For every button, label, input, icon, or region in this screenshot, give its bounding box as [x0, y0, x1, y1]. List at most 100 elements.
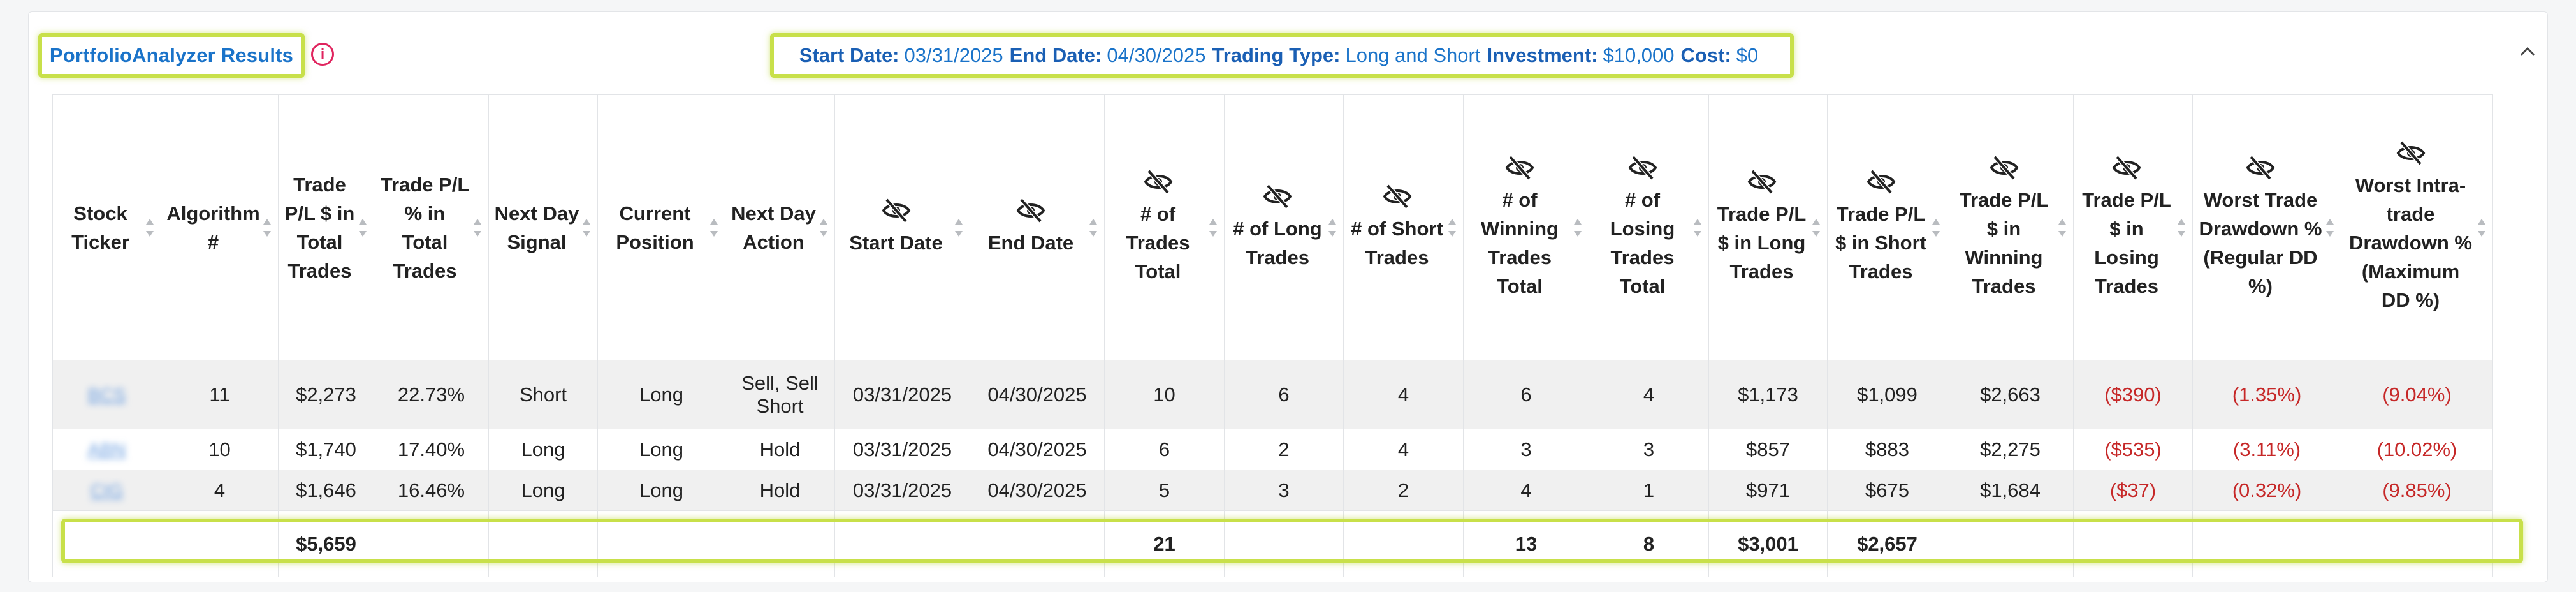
sort-icon[interactable] — [582, 216, 591, 239]
column-header-next-day-signal[interactable]: Next Day Signal — [488, 94, 598, 360]
eye-off-icon[interactable] — [1144, 169, 1173, 195]
chevron-up-icon[interactable] — [2519, 43, 2536, 60]
eye-off-icon[interactable] — [1016, 198, 1045, 223]
sort-icon[interactable] — [1209, 216, 1218, 239]
sort-icon[interactable] — [1573, 216, 1582, 239]
cell-trade-p-l-in-total-trades: $1,740 — [278, 429, 374, 470]
eye-off-icon[interactable] — [1628, 155, 1657, 181]
column-header-label: # of Winning Trades Total — [1481, 188, 1559, 297]
sort-icon[interactable] — [1812, 216, 1821, 239]
column-header-next-day-action[interactable]: Next Day Action — [725, 94, 835, 360]
sort-icon[interactable] — [358, 216, 367, 239]
sort-icon[interactable] — [954, 216, 963, 239]
sort-icon[interactable] — [709, 216, 718, 239]
cell-next-day-signal: Long — [488, 429, 598, 470]
column-header-trade-p-l-in-short-trades[interactable]: Trade P/L $ in Short Trades — [1827, 94, 1947, 360]
column-header-label: Trade P/L $ in Losing Trades — [2082, 188, 2171, 297]
cost-value: $0 — [1736, 44, 1759, 66]
column-header-stock-ticker[interactable]: Stock Ticker — [52, 94, 161, 360]
cell-trade-p-l-in-total-trades: $2,273 — [278, 360, 374, 429]
column-header-of-winning-trades-total[interactable]: # of Winning Trades Total — [1463, 94, 1589, 360]
column-header-label: Start Date — [849, 232, 943, 254]
column-header-trade-p-l-in-total-trades[interactable]: Trade P/L $ in Total Trades — [278, 94, 374, 360]
column-header-of-trades-total[interactable]: # of Trades Total — [1104, 94, 1225, 360]
eye-off-icon[interactable] — [1263, 184, 1292, 209]
cell-start-date: 03/31/2025 — [834, 470, 970, 511]
cell-trade-p-l-in-winning-trades: $2,663 — [1947, 360, 2074, 429]
eye-off-icon[interactable] — [2396, 140, 2426, 166]
column-header-algorithm[interactable]: Algorithm # — [161, 94, 279, 360]
column-header-trade-p-l-in-winning-trades[interactable]: Trade P/L $ in Winning Trades — [1947, 94, 2074, 360]
column-header-of-losing-trades-total[interactable]: # of Losing Trades Total — [1589, 94, 1709, 360]
ticker-link[interactable]: ABN — [88, 440, 126, 461]
column-header-label: # of Long Trades — [1233, 217, 1322, 269]
cell-start-date: 03/31/2025 — [834, 360, 970, 429]
cell-trade-p-l-in-total-trades: 17.40% — [374, 429, 489, 470]
sort-icon[interactable] — [1089, 216, 1098, 239]
sort-icon[interactable] — [1932, 216, 1940, 239]
totals-highlight — [61, 519, 2523, 563]
cell-of-short-trades: 4 — [1343, 429, 1464, 470]
eye-off-icon[interactable] — [2112, 155, 2141, 181]
results-title[interactable]: PortfolioAnalyzer Results — [50, 44, 293, 67]
eye-off-icon[interactable] — [1990, 155, 2019, 181]
cell-trade-p-l-in-total-trades: $1,646 — [278, 470, 374, 511]
column-header-label: Algorithm # — [166, 202, 260, 253]
sort-icon[interactable] — [2058, 216, 2067, 239]
info-icon[interactable]: i — [311, 43, 334, 66]
eye-off-icon[interactable] — [1867, 169, 1896, 195]
eye-off-icon[interactable] — [1383, 184, 1412, 209]
column-header-worst-intra-trade-drawdown-maximum-dd[interactable]: Worst Intra-trade Drawdown % (Maximum DD… — [2341, 94, 2493, 360]
investment-value: $10,000 — [1603, 44, 1675, 66]
ticker-link[interactable]: BCS — [88, 385, 126, 406]
column-header-trade-p-l-in-losing-trades[interactable]: Trade P/L $ in Losing Trades — [2073, 94, 2193, 360]
cell-next-day-action: Sell, Sell Short — [725, 360, 835, 429]
ticker-link[interactable]: CIG — [91, 481, 124, 502]
column-header-trade-p-l-in-long-trades[interactable]: Trade P/L $ in Long Trades — [1708, 94, 1828, 360]
column-header-label: # of Trades Total — [1126, 203, 1190, 283]
cell-end-date: 04/30/2025 — [970, 429, 1105, 470]
eye-off-icon[interactable] — [2246, 155, 2275, 181]
column-header-label: Trade P/L $ in Long Trades — [1717, 203, 1807, 283]
sort-icon[interactable] — [1448, 216, 1457, 239]
eye-off-icon[interactable] — [882, 198, 911, 223]
sort-icon[interactable] — [2477, 216, 2486, 239]
cell-next-day-signal: Short — [488, 360, 598, 429]
eye-off-icon[interactable] — [1505, 155, 1534, 181]
cell-end-date: 04/30/2025 — [970, 360, 1105, 429]
eye-off-icon[interactable] — [1747, 169, 1777, 195]
column-header-worst-trade-drawdown-regular-dd[interactable]: Worst Trade Drawdown % (Regular DD %) — [2192, 94, 2341, 360]
sort-icon[interactable] — [473, 216, 482, 239]
cell-trade-p-l-in-short-trades: $883 — [1827, 429, 1947, 470]
cell-of-short-trades: 2 — [1343, 470, 1464, 511]
cell-trade-p-l-in-long-trades: $1,173 — [1708, 360, 1828, 429]
column-header-start-date[interactable]: Start Date — [834, 94, 970, 360]
column-header-end-date[interactable]: End Date — [970, 94, 1105, 360]
sort-icon[interactable] — [2177, 216, 2186, 239]
sort-icon[interactable] — [263, 216, 272, 239]
cell-start-date: 03/31/2025 — [834, 429, 970, 470]
cell-trade-p-l-in-winning-trades: $2,275 — [1947, 429, 2074, 470]
column-header-label: Worst Intra-trade Drawdown % (Maximum DD… — [2349, 174, 2472, 311]
cell-worst-intra-trade-drawdown-maximum-dd: (9.04%) — [2341, 360, 2493, 429]
sort-icon[interactable] — [145, 216, 154, 239]
column-header-current-position[interactable]: Current Position — [597, 94, 725, 360]
sort-icon[interactable] — [2325, 216, 2334, 239]
column-header-of-short-trades[interactable]: # of Short Trades — [1343, 94, 1464, 360]
cell-of-long-trades: 3 — [1224, 470, 1344, 511]
cell-worst-intra-trade-drawdown-maximum-dd: (10.02%) — [2341, 429, 2493, 470]
cell-of-losing-trades-total: 1 — [1589, 470, 1709, 511]
column-header-label: Trade P/L % in Total Trades — [380, 173, 470, 282]
column-header-label: End Date — [987, 232, 1074, 254]
cell-of-trades-total: 10 — [1104, 360, 1225, 429]
column-header-of-long-trades[interactable]: # of Long Trades — [1224, 94, 1344, 360]
cell-of-trades-total: 6 — [1104, 429, 1225, 470]
sort-icon[interactable] — [819, 216, 828, 239]
cell-worst-trade-drawdown-regular-dd: (1.35%) — [2192, 360, 2341, 429]
cell-of-winning-trades-total: 3 — [1463, 429, 1589, 470]
sort-icon[interactable] — [1693, 216, 1702, 239]
cell-of-short-trades: 4 — [1343, 360, 1464, 429]
sort-icon[interactable] — [1328, 216, 1337, 239]
cell-trade-p-l-in-losing-trades: ($37) — [2073, 470, 2193, 511]
column-header-trade-p-l-in-total-trades[interactable]: Trade P/L % in Total Trades — [374, 94, 489, 360]
